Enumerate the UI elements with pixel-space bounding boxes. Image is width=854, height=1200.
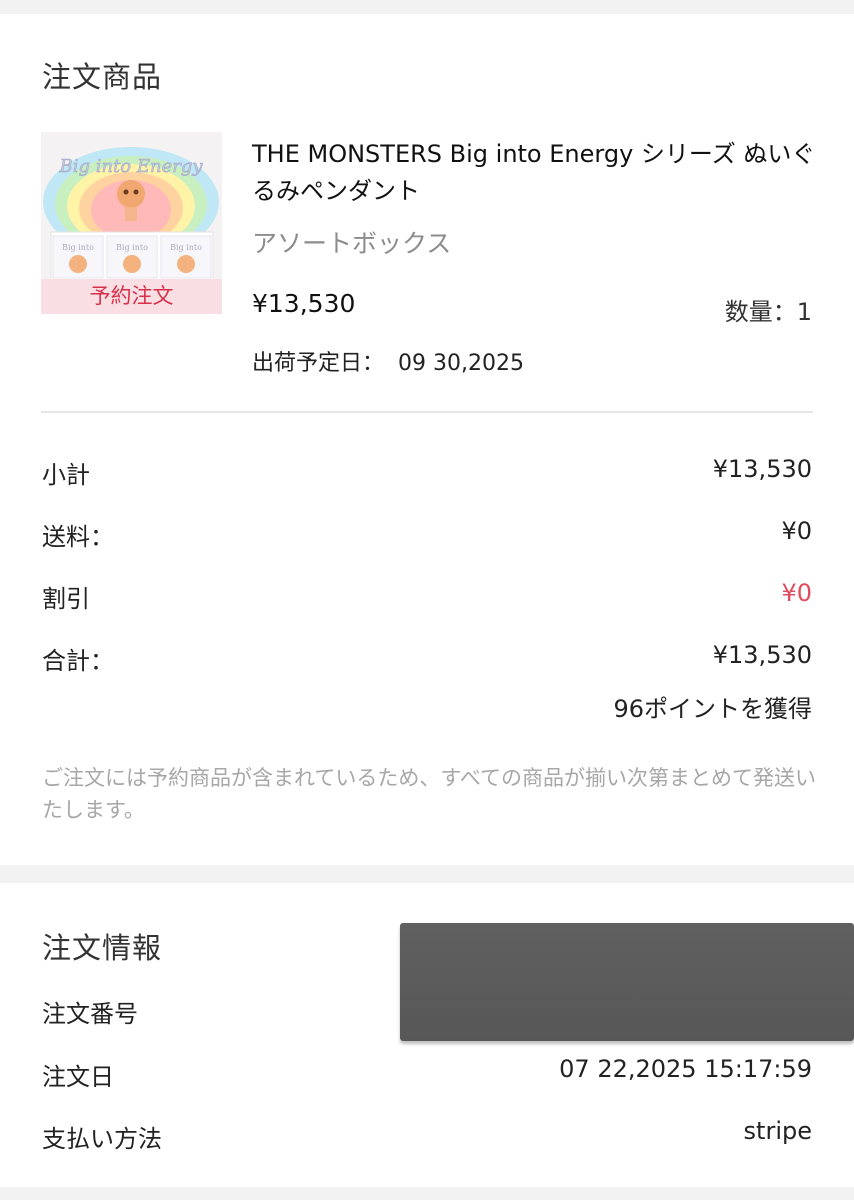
product-title[interactable]: THE MONSTERS Big into Energy シリーズ ぬいぐるみペ… <box>252 136 822 210</box>
svg-text:Big into: Big into <box>116 243 148 252</box>
product-thumbnail[interactable]: Big into Energy Big into Big into Big in… <box>41 132 222 314</box>
order-info-title: 注文情報 <box>42 931 163 965</box>
discount-value: ¥0 <box>781 579 812 607</box>
redaction-block <box>400 923 854 1041</box>
order-info-card: 注文情報 注文番号 注文日 07 22,2025 15:17:59 支払い方法 … <box>0 883 854 1187</box>
points-earned: 96ポイントを獲得 <box>613 695 812 723</box>
order-date-value: 07 22,2025 15:17:59 <box>559 1055 812 1083</box>
shipping-value: ¥0 <box>781 517 812 545</box>
divider <box>41 411 813 413</box>
ship-date-label: 出荷予定日： <box>252 351 385 376</box>
total-label: 合計： <box>42 647 114 675</box>
order-items-card: 注文商品 Big into Energy Big into Big into B… <box>0 14 854 865</box>
order-date-label: 注文日 <box>42 1063 114 1091</box>
svg-text:Big into: Big into <box>62 243 94 252</box>
order-items-title: 注文商品 <box>42 60 163 94</box>
preorder-notice: ご注文には予約商品が含まれているため、すべての商品が揃い次第まとめて発送いたしま… <box>42 766 817 822</box>
ship-date-value: 09 30,2025 <box>398 351 524 376</box>
discount-label: 割引 <box>42 585 90 613</box>
product-variant: アソートボックス <box>252 229 452 258</box>
ship-date: 出荷予定日： 09 30,2025 <box>252 345 524 377</box>
subtotal-value: ¥13,530 <box>712 455 812 483</box>
payment-method-value: stripe <box>743 1117 812 1145</box>
subtotal-label: 小計 <box>42 461 90 489</box>
shipping-label: 送料： <box>42 523 114 551</box>
payment-method-label: 支払い方法 <box>42 1125 162 1153</box>
product-quantity: 数量：1 <box>724 298 812 326</box>
product-price: ¥13,530 <box>252 289 356 318</box>
order-number-label: 注文番号 <box>42 1000 138 1028</box>
svg-text:Big into Energy: Big into Energy <box>58 156 203 177</box>
svg-text:Big into: Big into <box>170 243 202 252</box>
preorder-badge: 予約注文 <box>41 279 222 314</box>
total-value: ¥13,530 <box>712 641 812 669</box>
